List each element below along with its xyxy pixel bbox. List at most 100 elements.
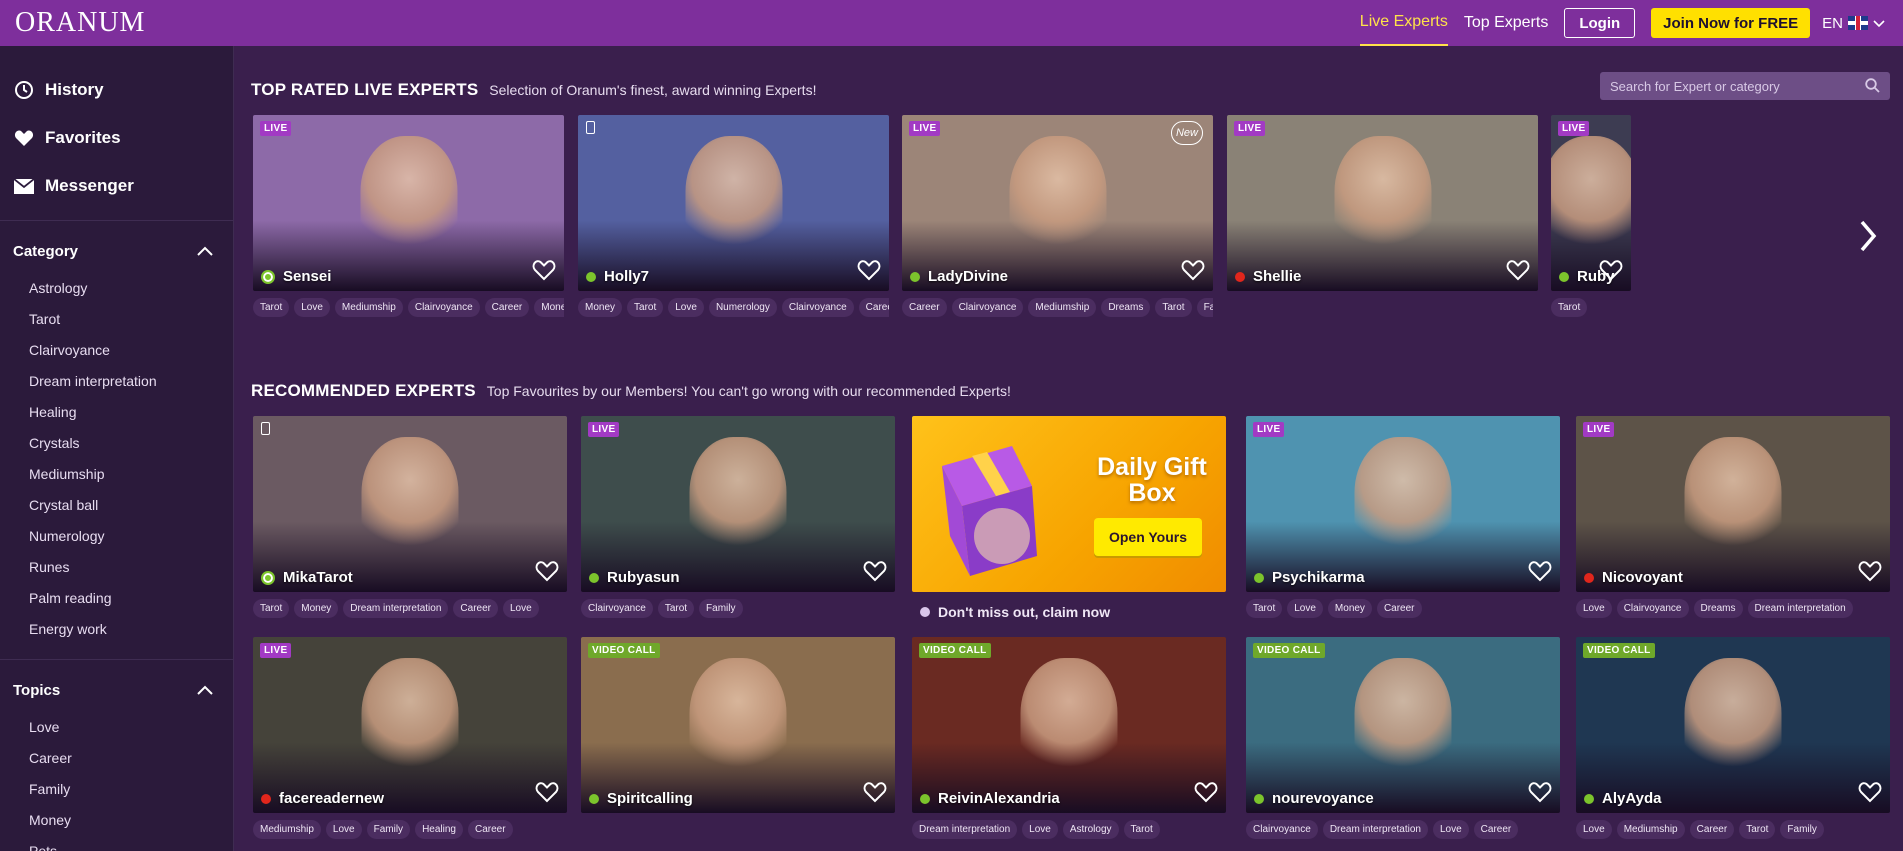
expert-thumbnail[interactable]: MikaTarot [253,416,567,592]
favorite-heart-icon[interactable] [1599,259,1623,286]
category-item[interactable]: Numerology [0,521,233,552]
tag-chip[interactable]: Clairvoyance [407,298,480,317]
sidebar-item-history[interactable]: History [0,66,233,114]
tag-chip[interactable]: Career [453,599,498,618]
expert-card[interactable]: LIVE New LadyDivine Career Clairvoyance Mediu… [902,115,1213,317]
tag-chip[interactable]: Dream interpretation [343,599,449,618]
carousel-next-arrow[interactable] [1856,216,1880,261]
tag-chip[interactable]: Dreams [1101,298,1151,317]
search-input[interactable]: Search for Expert or category [1600,72,1890,100]
expert-card[interactable]: LIVE Shellie [1227,115,1538,298]
topic-item[interactable]: Pets [0,836,233,851]
expert-card[interactable]: LIVE Sensei Tarot Love Mediumship Clairvoyanc… [253,115,564,317]
tag-chip[interactable]: Love [294,298,330,317]
sidebar-item-messenger[interactable]: Messenger [0,162,233,210]
expert-thumbnail[interactable]: LIVE Rubyasun [581,416,895,592]
expert-card[interactable]: VIDEO CALL nourevoyance Clairvoyance Dream … [1246,637,1560,839]
tag-chip[interactable]: Tarot [1123,820,1160,839]
tag-chip[interactable]: Clairvoyance [1616,599,1689,618]
favorite-heart-icon[interactable] [1528,560,1552,587]
expert-card[interactable]: VIDEO CALL ReivinAlexandria Dream interpre… [912,637,1226,839]
tag-chip[interactable]: Tarot [253,298,290,317]
tag-chip[interactable]: Money [294,599,339,618]
tag-chip[interactable]: Clairvoyance [781,298,854,317]
topic-item[interactable]: Family [0,774,233,805]
tag-chip[interactable]: Tarot [1739,820,1776,839]
expert-thumbnail[interactable]: VIDEO CALL Spiritcalling [581,637,895,813]
logo[interactable]: ORANUM [15,9,145,37]
expert-card[interactable]: LIVE Nicovoyant Love Clairvoyance Dreams Drea… [1576,416,1890,618]
expert-card[interactable]: Holly7 Money Tarot Love Numerology Clairvoyan… [578,115,889,317]
tag-chip[interactable]: Mediumship [334,298,403,317]
expert-thumbnail[interactable]: LIVE New LadyDivine [902,115,1213,291]
tag-chip[interactable]: Love [1576,599,1612,618]
topic-item[interactable]: Love [0,712,233,743]
category-item[interactable]: Tarot [0,304,233,335]
expert-card[interactable]: LIVE Psychikarma Tarot Love Money Career [1246,416,1560,618]
tag-chip[interactable]: Love [1576,820,1612,839]
favorite-heart-icon[interactable] [1194,781,1218,808]
category-item[interactable]: Runes [0,552,233,583]
expert-card[interactable]: LIVE Ruby Tarot [1551,115,1631,317]
sidebar-item-favorites[interactable]: Favorites [0,114,233,162]
expert-thumbnail[interactable]: LIVE facereadernew [253,637,567,813]
tag-chip[interactable]: Money [534,298,564,317]
favorite-heart-icon[interactable] [1506,259,1530,286]
tag-chip[interactable]: Numerology [708,298,777,317]
tag-chip[interactable]: Clairvoyance [951,298,1024,317]
tag-chip[interactable]: Clairvoyance [581,599,653,618]
expert-thumbnail[interactable]: VIDEO CALL AlyAyda [1576,637,1890,813]
tag-chip[interactable]: Career [1473,820,1519,839]
tag-chip[interactable]: Tarot [1551,298,1588,317]
favorite-heart-icon[interactable] [535,781,559,808]
daily-gift-card[interactable]: Daily Gift Box Open Yours [912,416,1226,592]
expert-thumbnail[interactable]: VIDEO CALL ReivinAlexandria [912,637,1226,813]
tag-chip[interactable]: Tarot [1155,298,1192,317]
tag-chip[interactable]: Family [699,599,743,618]
category-item[interactable]: Palm reading [0,583,233,614]
tag-chip[interactable]: Love [1287,599,1323,618]
tag-chip[interactable]: Mediumship [1028,298,1097,317]
tag-chip[interactable]: Tarot [627,298,664,317]
expert-thumbnail[interactable]: Holly7 [578,115,889,291]
open-gift-button[interactable]: Open Yours [1094,518,1202,556]
tag-chip[interactable]: Career [467,820,513,839]
tag-chip[interactable]: Love [325,820,362,839]
expert-thumbnail[interactable]: LIVE Ruby [1551,115,1631,291]
tag-chip[interactable]: Career [902,298,947,317]
expert-card[interactable]: VIDEO CALL Spiritcalling [581,637,895,820]
expert-thumbnail[interactable]: LIVE Nicovoyant [1576,416,1890,592]
tag-chip[interactable]: Family [366,820,411,839]
tag-chip[interactable]: Astrology [1062,820,1119,839]
tag-chip[interactable]: Career [858,298,889,317]
tag-chip[interactable]: Tarot [253,599,290,618]
favorite-heart-icon[interactable] [532,259,556,286]
tag-chip[interactable]: Dream interpretation [1747,599,1853,618]
expert-thumbnail[interactable]: LIVE Sensei [253,115,564,291]
expert-card[interactable]: LIVE Rubyasun Clairvoyance Tarot Family [581,416,895,618]
favorite-heart-icon[interactable] [1858,560,1882,587]
expert-card[interactable]: LIVE facereadernew Mediumship Love Family Hea… [253,637,567,839]
topic-item[interactable]: Career [0,743,233,774]
expert-card[interactable]: MikaTarot Tarot Money Dream interpretation C… [253,416,567,618]
tag-chip[interactable]: Career [1376,599,1422,618]
favorite-heart-icon[interactable] [1858,781,1882,808]
category-item[interactable]: Dream interpretation [0,366,233,397]
category-item[interactable]: Clairvoyance [0,335,233,366]
tag-chip[interactable]: Love [668,298,704,317]
expert-card[interactable]: VIDEO CALL AlyAyda Love Mediumship Career Tar… [1576,637,1890,839]
category-item[interactable]: Astrology [0,273,233,304]
favorite-heart-icon[interactable] [1181,259,1205,286]
nav-top-experts[interactable]: Top Experts [1464,0,1548,46]
favorite-heart-icon[interactable] [857,259,881,286]
category-header[interactable]: Category [0,229,233,273]
tag-chip[interactable]: Money [1327,599,1372,618]
tag-chip[interactable]: Tarot [657,599,695,618]
tag-chip[interactable]: Career [1689,820,1735,839]
tag-chip[interactable]: Love [1022,820,1058,839]
tag-chip[interactable]: Mediumship [1616,820,1685,839]
nav-live-experts[interactable]: Live Experts [1359,0,1448,46]
expert-thumbnail[interactable]: LIVE Psychikarma [1246,416,1560,592]
tag-chip[interactable]: Mediumship [253,820,321,839]
favorite-heart-icon[interactable] [863,560,887,587]
